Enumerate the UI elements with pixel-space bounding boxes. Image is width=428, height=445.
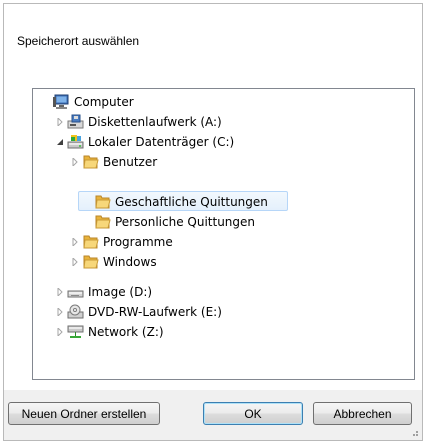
floppy-drive-icon — [67, 114, 84, 129]
expand-arrow-icon[interactable] — [55, 307, 65, 317]
local-disk-icon — [67, 135, 84, 149]
tree-item-dvd-drive[interactable]: DVD-RW-Laufwerk (E:) — [55, 302, 222, 322]
cancel-button[interactable]: Abbrechen — [313, 402, 412, 425]
tree-item-network-drive[interactable]: Network (Z:) — [55, 322, 164, 342]
expand-arrow-icon[interactable] — [70, 237, 80, 247]
tree-item-image-drive[interactable]: Image (D:) — [55, 282, 152, 302]
folder-tree[interactable]: Computer Diskettenlaufwerk (A:) Lokaler … — [32, 88, 415, 380]
expand-arrow-icon[interactable] — [55, 287, 65, 297]
folder-icon — [95, 195, 111, 209]
folder-icon — [95, 215, 111, 229]
folder-icon — [83, 235, 99, 249]
expand-arrow-icon[interactable] — [70, 157, 80, 167]
ok-button[interactable]: OK — [203, 402, 303, 425]
tree-item-personliche-quittungen[interactable]: Personliche Quittungen — [82, 212, 255, 232]
expand-arrow-icon[interactable] — [55, 327, 65, 337]
expand-arrow-icon[interactable] — [55, 117, 65, 127]
tree-item-programme[interactable]: Programme — [70, 232, 173, 252]
network-drive-icon — [67, 325, 84, 338]
tree-item-windows[interactable]: Windows — [70, 252, 157, 272]
expand-arrow-icon[interactable] — [70, 257, 80, 267]
folder-icon — [83, 155, 99, 169]
tree-item-geschaftliche-quittungen[interactable]: Geschaftliche Quittungen — [82, 192, 268, 212]
dialog-prompt: Speicherort auswählen — [17, 34, 140, 48]
tree-item-computer[interactable]: Computer — [41, 92, 134, 112]
folder-icon — [83, 255, 99, 269]
tree-item-floppy[interactable]: Diskettenlaufwerk (A:) — [55, 112, 222, 132]
new-folder-button[interactable]: Neuen Ordner erstellen — [8, 402, 160, 425]
resize-grip-icon[interactable] — [409, 427, 419, 437]
tree-item-benutzer[interactable]: Benutzer — [70, 152, 157, 172]
dvd-drive-icon — [67, 304, 84, 319]
tree-item-local-disk[interactable]: Lokaler Datenträger (C:) — [55, 132, 234, 152]
collapse-arrow-icon[interactable] — [55, 137, 65, 147]
select-location-dialog: Speicherort auswählen Computer Disketten… — [3, 3, 423, 441]
removable-drive-icon — [67, 290, 84, 298]
computer-icon — [53, 94, 69, 109]
